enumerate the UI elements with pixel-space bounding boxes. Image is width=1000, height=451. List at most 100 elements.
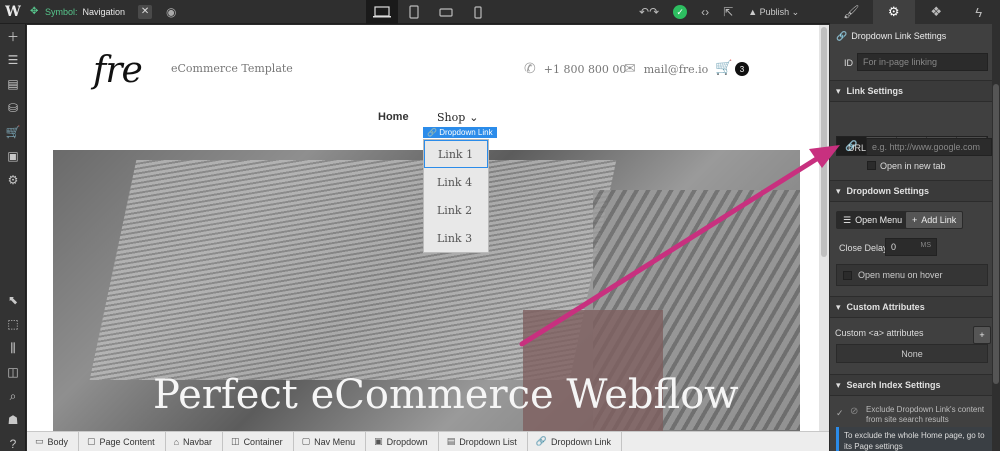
desktop-view-button[interactable] bbox=[366, 0, 398, 24]
tab-style-manager[interactable]: ❖ bbox=[915, 0, 958, 24]
left-toolbar: ＋ ☰ ▤ ⛁ 🛒 ▣ ⚙ ⬉ ⬚ ⫼ ◫ ⌕ ☗ ? bbox=[0, 24, 26, 451]
canvas-scroll-thumb[interactable] bbox=[821, 27, 827, 257]
dropdown-link[interactable]: Link 4 bbox=[424, 168, 488, 196]
preview-eye-icon[interactable]: ◉ bbox=[166, 5, 176, 19]
left-toolbar-spacer bbox=[0, 192, 25, 288]
id-input[interactable]: For in-page linking bbox=[857, 53, 988, 71]
nav-shop-dropdown[interactable]: Shop ⌄ bbox=[437, 111, 479, 124]
mobile-portrait-view-button[interactable] bbox=[462, 0, 494, 24]
cart-icon[interactable]: 🛒 bbox=[715, 59, 732, 76]
breadcrumb-item[interactable]: ◫ Container bbox=[223, 431, 294, 451]
team-icon[interactable]: ☗ bbox=[0, 408, 26, 432]
breadcrumb-item-label: Page Content bbox=[99, 436, 155, 447]
custom-attributes-section[interactable]: ▾ Custom Attributes bbox=[830, 296, 992, 318]
help-icon[interactable]: ? bbox=[0, 432, 26, 451]
attributes-list: None bbox=[836, 344, 988, 363]
add-elements-icon[interactable]: ＋ bbox=[0, 24, 26, 48]
dropdown-link[interactable]: Link 2 bbox=[424, 196, 488, 224]
breadcrumb-item-label: Body bbox=[47, 436, 69, 447]
caret-down-icon: ▾ bbox=[836, 85, 841, 96]
open-on-hover-row[interactable]: Open menu on hover bbox=[836, 264, 988, 286]
undo-icon[interactable]: ↶ bbox=[639, 5, 649, 19]
cms-icon[interactable]: ⛁ bbox=[0, 96, 26, 120]
panel-scroll-thumb[interactable] bbox=[993, 84, 999, 384]
ecommerce-icon[interactable]: 🛒 bbox=[0, 120, 26, 144]
phone-contact[interactable]: ✆ +1 800 800 00 bbox=[524, 61, 626, 77]
link-settings-section[interactable]: ▾ Link Settings bbox=[830, 80, 992, 102]
select-element-icon[interactable]: ⬉ bbox=[0, 288, 26, 312]
id-label: ID bbox=[844, 58, 853, 68]
dropdown-link[interactable]: Link 1 bbox=[424, 140, 488, 168]
open-menu-button[interactable]: ☰ Open Menu bbox=[836, 211, 910, 229]
settings-icon[interactable]: ⚙ bbox=[0, 168, 26, 192]
open-new-tab-checkbox[interactable] bbox=[867, 161, 876, 170]
email-contact[interactable]: ✉ mail@fre.io bbox=[624, 61, 708, 77]
canvas-scrollbar[interactable] bbox=[819, 25, 829, 431]
x-ray-icon[interactable]: ⫼ bbox=[0, 336, 26, 360]
navigator-icon[interactable]: ☰ bbox=[0, 48, 26, 72]
mobile-landscape-icon bbox=[439, 8, 453, 17]
preview-mode-icon[interactable]: ◫ bbox=[0, 360, 26, 384]
gear-icon: ⚙ bbox=[887, 4, 900, 19]
add-attribute-button[interactable]: + bbox=[973, 326, 991, 344]
url-label: URL bbox=[848, 143, 867, 153]
custom-a-label: Custom <a> attributes bbox=[835, 328, 924, 338]
open-new-tab-label: Open in new tab bbox=[880, 161, 946, 171]
exclude-search-text[interactable]: Exclude Dropdown Link's content from sit… bbox=[866, 405, 990, 425]
tablet-view-button[interactable] bbox=[398, 0, 430, 24]
nav-shop-label: Shop bbox=[437, 111, 466, 124]
add-link-button[interactable]: + Add Link bbox=[905, 211, 964, 229]
design-canvas[interactable]: fre eCommerce Template ✆ +1 800 800 00 ✉… bbox=[27, 25, 819, 431]
search-index-section[interactable]: ▾ Search Index Settings bbox=[830, 374, 992, 396]
open-on-hover-checkbox[interactable] bbox=[843, 270, 852, 280]
phone-icon: ✆ bbox=[524, 61, 536, 77]
panel-scrollbar[interactable] bbox=[992, 24, 1000, 451]
brand-logo[interactable]: fre bbox=[93, 50, 143, 91]
tab-style[interactable]: 🖌 bbox=[830, 0, 873, 24]
panel-tabs: 🖌 ⚙ ❖ ϟ bbox=[830, 0, 1000, 24]
search-icon[interactable]: ⌕ bbox=[0, 384, 26, 408]
breadcrumb-item[interactable]: ⌂ Navbar bbox=[166, 431, 224, 451]
dropdown-link[interactable]: Link 3 bbox=[424, 224, 488, 252]
code-export-button[interactable]: ‹› bbox=[694, 0, 716, 24]
breadcrumb-item-label: Dropdown Link bbox=[550, 436, 611, 447]
url-input[interactable]: e.g. http://www.google.com bbox=[866, 138, 992, 156]
show-outlines-icon[interactable]: ⬚ bbox=[0, 312, 26, 336]
div-icon: ▢ bbox=[87, 436, 96, 446]
tablet-icon bbox=[409, 5, 419, 19]
breadcrumb-item[interactable]: 🔗 Dropdown Link bbox=[528, 431, 622, 451]
selected-element-tag-label: Dropdown Link bbox=[439, 128, 493, 137]
nav-menu-icon: ▢ bbox=[301, 436, 311, 446]
breadcrumb-item[interactable]: ▭ Body bbox=[27, 431, 80, 451]
publish-label: Publish bbox=[759, 7, 790, 17]
undo-redo-buttons[interactable]: ↶ ↷ bbox=[632, 0, 666, 24]
breadcrumb-item[interactable]: ▢ Nav Menu bbox=[294, 431, 367, 451]
webflow-logo[interactable]: W bbox=[0, 0, 26, 24]
pages-icon[interactable]: ▤ bbox=[0, 72, 26, 96]
breadcrumb-item[interactable]: ▢ Page Content bbox=[79, 431, 166, 451]
close-symbol-button[interactable]: ✕ bbox=[138, 4, 153, 19]
body-icon: ▭ bbox=[35, 436, 44, 446]
share-icon: ⇱ bbox=[723, 5, 734, 19]
dropdown-settings-section[interactable]: ▾ Dropdown Settings bbox=[830, 180, 992, 202]
nav-home-link[interactable]: Home bbox=[378, 111, 409, 123]
top-toolbar: W ✥ Symbol: Navigation ✕ ◉ ↶ ↷ ✓ ‹› ⇱ ▲ … bbox=[0, 0, 830, 24]
tab-settings[interactable]: ⚙ bbox=[872, 0, 915, 24]
mobile-landscape-view-button[interactable] bbox=[430, 0, 462, 24]
dropdown-settings-title: Dropdown Settings bbox=[846, 186, 930, 196]
breadcrumb-item[interactable]: ▣ Dropdown bbox=[366, 431, 439, 451]
breadcrumb-item[interactable]: ▤ Dropdown List bbox=[439, 431, 528, 451]
brand-subtitle: eCommerce Template bbox=[171, 62, 293, 75]
tab-interactions[interactable]: ϟ bbox=[958, 0, 1000, 24]
publish-button[interactable]: ▲ Publish ⌄ bbox=[740, 0, 807, 24]
hero-title[interactable]: Perfect eCommerce Webflow bbox=[153, 372, 739, 418]
symbol-home-icon: ⌂ bbox=[173, 436, 180, 447]
close-delay-input[interactable]: 0 MS bbox=[885, 238, 937, 256]
breadcrumb-item-label: Dropdown List bbox=[459, 436, 517, 447]
plus-icon: + bbox=[912, 215, 918, 225]
symbol-label: Symbol: bbox=[45, 6, 78, 17]
check-icon: ✓ bbox=[836, 408, 844, 418]
share-button[interactable]: ⇱ bbox=[716, 0, 740, 24]
redo-icon[interactable]: ↷ bbox=[649, 5, 659, 19]
assets-icon[interactable]: ▣ bbox=[0, 144, 26, 168]
